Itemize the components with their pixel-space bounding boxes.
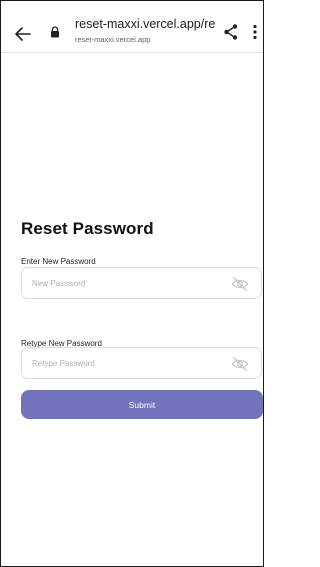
back-arrow-icon[interactable] bbox=[14, 26, 32, 42]
eye-off-icon[interactable] bbox=[231, 276, 249, 292]
new-password-label: Enter New Password bbox=[21, 257, 96, 266]
phone-screen: reset-maxxi.vercel.app/re... reset-maxxi… bbox=[0, 0, 264, 567]
retype-password-input[interactable] bbox=[32, 348, 222, 378]
retype-password-field[interactable] bbox=[21, 347, 262, 379]
url-subtitle[interactable]: reset-maxxi.vercel.app bbox=[75, 35, 215, 44]
submit-button[interactable]: Submit bbox=[21, 390, 263, 419]
new-password-field[interactable] bbox=[21, 267, 262, 299]
lock-icon[interactable] bbox=[50, 25, 60, 38]
url-title[interactable]: reset-maxxi.vercel.app/re... bbox=[75, 17, 215, 31]
new-password-input[interactable] bbox=[32, 268, 222, 298]
more-vert-icon[interactable] bbox=[252, 24, 258, 40]
page-title: Reset Password bbox=[21, 219, 154, 238]
browser-toolbar: reset-maxxi.vercel.app/re... reset-maxxi… bbox=[1, 1, 263, 53]
share-icon[interactable] bbox=[223, 23, 239, 41]
eye-off-icon[interactable] bbox=[231, 356, 249, 372]
